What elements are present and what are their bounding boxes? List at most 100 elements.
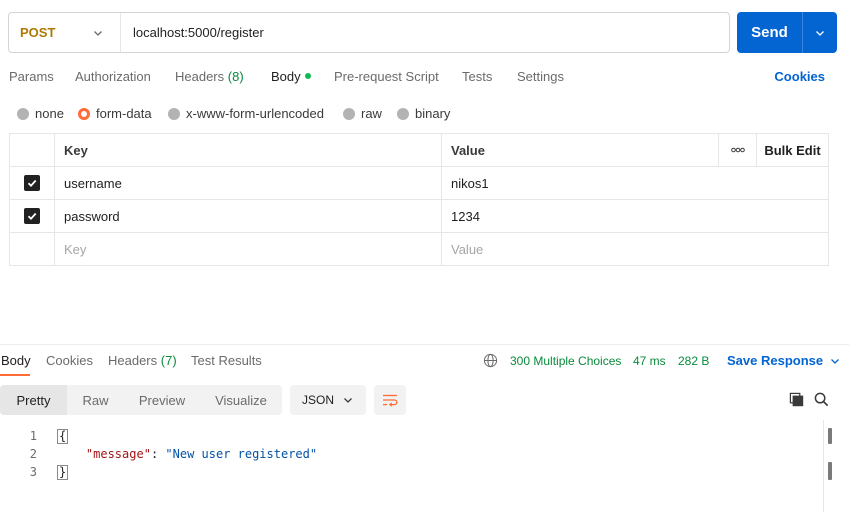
value-cell[interactable]: nikos1	[442, 167, 828, 199]
tab-settings[interactable]: Settings	[517, 69, 564, 84]
save-response-label: Save Response	[727, 353, 824, 368]
body-active-dot	[304, 73, 311, 79]
radio-dot	[343, 107, 355, 120]
scrollbar-marker	[828, 462, 832, 480]
row-checkbox-cell	[10, 200, 55, 232]
response-divider	[0, 344, 849, 345]
json-separator: :	[150, 447, 166, 461]
tab-headers-label: Headers	[175, 69, 225, 84]
key-cell[interactable]: password	[55, 200, 442, 232]
tab-prerequest-script[interactable]: Pre-request Script	[334, 69, 439, 84]
tab-tests[interactable]: Tests	[462, 69, 492, 84]
key-cell[interactable]: username	[55, 167, 442, 199]
radio-label: raw	[361, 106, 382, 121]
tab-headers[interactable]: Headers (8)	[175, 69, 244, 84]
row-checkbox-cell	[10, 167, 55, 199]
method-select[interactable]: POST	[9, 13, 121, 52]
tab-headers-count: (8)	[227, 69, 244, 84]
format-select[interactable]: JSON	[290, 385, 366, 415]
radio-label: none	[35, 106, 64, 121]
radio-x-www-form-urlencoded[interactable]: x-www-form-urlencoded	[168, 106, 324, 121]
key-text: username	[64, 175, 122, 191]
value-placeholder: Value	[451, 241, 484, 257]
scrollbar-thumb[interactable]	[828, 428, 832, 444]
radio-label: x-www-form-urlencoded	[186, 106, 324, 121]
response-tab-body[interactable]: Body	[1, 353, 31, 368]
header-check-cell	[10, 134, 55, 166]
code-text: }	[37, 464, 69, 480]
key-column-header: Key	[55, 134, 442, 166]
send-button[interactable]: Send	[737, 12, 803, 53]
chevron-down-icon	[831, 358, 840, 364]
radio-label: form-data	[96, 106, 152, 121]
tab-params[interactable]: Params	[9, 69, 54, 84]
radio-none[interactable]: none	[17, 106, 64, 121]
radio-raw[interactable]: raw	[343, 106, 382, 121]
code-text: {	[37, 428, 69, 444]
tab-authorization[interactable]: Authorization	[75, 69, 151, 84]
chevron-down-icon	[94, 30, 102, 36]
close-brace: }	[57, 464, 69, 480]
tab-body[interactable]: Body	[271, 69, 311, 84]
line-number: 1	[29, 429, 37, 443]
table-row: username nikos1	[10, 167, 828, 200]
key-placeholder: Key	[64, 241, 87, 257]
wrap-lines-icon	[383, 394, 398, 407]
value-header-label: Value	[451, 142, 485, 158]
chevron-down-icon	[344, 398, 352, 403]
line-number: 2	[29, 447, 37, 461]
radio-form-data[interactable]: form-data	[78, 106, 152, 121]
bulk-edit-button[interactable]: Bulk Edit	[756, 134, 828, 166]
method-label: POST	[20, 25, 56, 40]
globe-icon[interactable]	[483, 353, 498, 368]
value-text: nikos1	[451, 175, 489, 191]
response-tab-test-results[interactable]: Test Results	[191, 353, 262, 368]
check-icon	[27, 212, 37, 221]
radio-dot	[397, 107, 409, 120]
response-time[interactable]: 47 ms	[633, 354, 666, 368]
response-body-editor[interactable]: 1 { 2 "message": "New user registered" 3…	[0, 427, 822, 481]
chevron-down-icon	[816, 30, 824, 36]
key-input-cell[interactable]: Key	[55, 233, 442, 265]
url-input[interactable]	[121, 13, 729, 52]
json-string-value: "New user registered"	[165, 447, 318, 461]
response-tab-headers[interactable]: Headers (7)	[108, 353, 177, 368]
cookies-link[interactable]: Cookies	[774, 69, 825, 84]
editor-scrollbar-track	[823, 420, 824, 512]
view-pretty[interactable]: Pretty	[0, 385, 67, 415]
value-text: 1234	[451, 208, 480, 224]
response-size[interactable]: 282 B	[678, 354, 709, 368]
status-code[interactable]: 300 Multiple Choices	[510, 354, 621, 368]
row-checkbox[interactable]	[24, 175, 40, 191]
radio-dot	[17, 107, 29, 120]
response-headers-label: Headers	[108, 353, 158, 368]
view-preview[interactable]: Preview	[124, 385, 200, 415]
check-icon	[27, 179, 37, 188]
view-visualize[interactable]: Visualize	[200, 385, 282, 415]
send-options-button[interactable]	[803, 12, 837, 53]
tab-body-label: Body	[271, 69, 301, 84]
more-options-button[interactable]	[718, 134, 756, 166]
wrap-lines-button[interactable]	[374, 385, 406, 415]
code-line: 3 }	[0, 463, 822, 481]
save-response-button[interactable]: Save Response	[727, 353, 841, 368]
response-tab-cookies[interactable]: Cookies	[46, 353, 93, 368]
radio-label: binary	[415, 106, 451, 121]
form-data-table: Key Value Bulk Edit username nikos1 pass…	[9, 133, 829, 266]
value-column-header: Value	[442, 134, 718, 166]
code-line: 1 {	[0, 427, 822, 445]
table-row: password 1234	[10, 200, 828, 233]
radio-dot	[168, 107, 180, 120]
radio-binary[interactable]: binary	[397, 106, 450, 121]
code-text: "message": "New user registered"	[37, 447, 317, 461]
request-tabs: Params Authorization Headers (8) Body Pr…	[0, 64, 849, 90]
copy-icon[interactable]	[789, 392, 804, 407]
key-header-label: Key	[64, 142, 88, 158]
value-cell[interactable]: 1234	[442, 200, 828, 232]
view-raw[interactable]: Raw	[67, 385, 124, 415]
row-checkbox[interactable]	[24, 208, 40, 224]
response-headers-count: (7)	[160, 353, 177, 368]
value-input-cell[interactable]: Value	[442, 233, 828, 265]
search-icon[interactable]	[814, 392, 829, 407]
table-row-empty: Key Value	[10, 233, 828, 266]
